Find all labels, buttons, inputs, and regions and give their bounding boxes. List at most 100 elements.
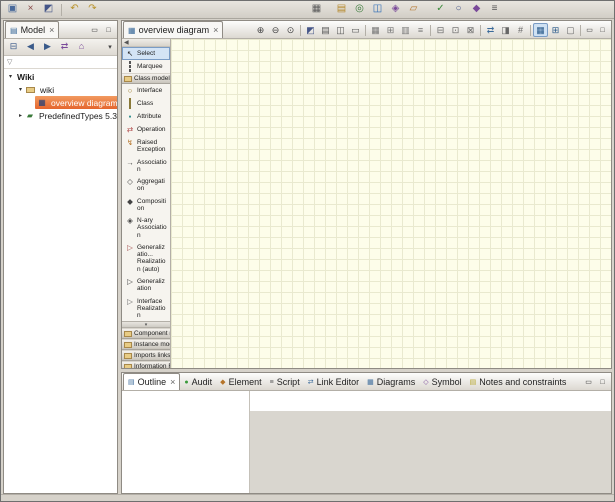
tab-outline[interactable]: ▤ Outline × [123,373,180,390]
close-tab-icon[interactable]: × [213,25,218,35]
zoom-out-icon[interactable]: ⊖ [268,23,283,37]
expander-icon[interactable]: ▾ [16,86,25,93]
undo-icon[interactable]: ↶ [66,2,83,17]
zoom-in-icon[interactable]: ⊕ [253,23,268,37]
align-icon[interactable]: ⊟ [433,23,448,37]
export-image-icon[interactable]: ◫ [333,23,348,37]
new-usecase-diagram-icon[interactable]: ◎ [351,2,368,17]
print-icon[interactable]: ▤ [318,23,333,37]
sync-with-editor-icon[interactable]: ⇄ [57,40,72,54]
tab-script[interactable]: ≡ Script [266,374,304,390]
redo-icon[interactable]: ↷ [84,2,101,17]
generalization-icon: ▷ [125,277,135,286]
class-tool[interactable]: Class [122,97,170,110]
select-tool[interactable]: ↖ Select [122,47,170,60]
tree-item-wiki-project[interactable]: ▾ Wiki [4,70,117,83]
maximize-icon[interactable]: □ [596,25,609,36]
new-class-diagram-icon[interactable]: ▤ [333,2,350,17]
maximize-icon[interactable]: □ [596,377,609,388]
imports-links-section[interactable]: Imports links ▾ [122,350,170,361]
tab-element[interactable]: ◆ Element [216,374,265,390]
tool-label: N-ary Association [137,216,168,239]
same-size-icon[interactable]: ⊠ [463,23,478,37]
page-setup-icon[interactable]: ▭ [348,23,363,37]
collapse-all-icon[interactable]: ⊟ [6,40,21,54]
show-grid-icon[interactable]: ▦ [368,23,383,37]
snap-toggle-icon[interactable]: ⊞ [548,23,563,37]
minimize-icon[interactable]: ▭ [88,25,101,36]
class-model-section[interactable]: Class model ▴ [122,73,170,84]
tab-link-editor[interactable]: ⇄ Link Editor [304,374,363,390]
close-icon[interactable]: × [22,2,39,17]
view-menu-icon[interactable]: ▾ [105,43,115,51]
tool-label: Interface [137,86,162,94]
interface-tool[interactable]: ○ Interface [122,84,170,97]
nary-association-tool[interactable]: ◈ N-ary Association [122,214,170,241]
tab-model[interactable]: ▤ Model × [5,21,59,38]
new-sequence-diagram-icon[interactable]: ◫ [369,2,386,17]
overview-icon[interactable]: ▢ [563,23,578,37]
tree-item-predefined-types[interactable]: ▸ ▰ PredefinedTypes 5.3.00 [4,109,117,122]
snap-to-grid-icon[interactable]: ⊞ [383,23,398,37]
back-icon[interactable]: ◀ [23,40,38,54]
tab-overview-diagram[interactable]: ▦ overview diagram × [123,21,223,38]
attribute-tool[interactable]: ▪ Attribute [122,110,170,123]
save-icon[interactable]: ◩ [40,2,57,17]
close-tab-icon[interactable]: × [49,25,54,35]
modules-icon[interactable]: ◆ [468,2,485,17]
diagram-canvas[interactable] [171,39,611,368]
aggregation-icon: ◇ [125,177,135,186]
generalization-tool[interactable]: ▷ Generalization [122,275,170,295]
mask-icon[interactable]: ◨ [498,23,513,37]
tab-audit[interactable]: ● Audit [180,374,216,390]
new-package-icon[interactable]: ▱ [405,2,422,17]
zoom-fit-icon[interactable]: ⊙ [283,23,298,37]
interface-realization-tool[interactable]: ▷ Interface Realization [122,295,170,322]
expander-icon[interactable]: ▾ [6,73,15,80]
operation-tool[interactable]: ⇄ Operation [122,123,170,136]
separator [530,25,531,36]
tree-item-overview-diagram[interactable]: ▦ overview diagram [4,96,117,109]
generalization-realization-auto-tool[interactable]: ▷ Generalizatio... Realization (auto) [122,241,170,275]
smart-link-icon[interactable]: ⇄ [483,23,498,37]
forward-icon[interactable]: ▶ [40,40,55,54]
element-icon: ◆ [220,378,225,386]
minimize-icon[interactable]: ▭ [583,25,596,36]
model-filter-bar[interactable]: ▽ [4,56,117,69]
configuration-icon[interactable]: ≡ [486,2,503,17]
palette-scroll-down[interactable]: ▾ [122,321,170,328]
association-tool[interactable]: → Association [122,156,170,176]
hatch-grid-icon[interactable]: # [513,23,528,37]
tool-label: Operation [137,125,166,133]
tree-item-wiki-package[interactable]: ▾ wiki [4,83,117,96]
grid-icon[interactable]: ▦ [308,2,325,17]
composition-tool[interactable]: ◆ Composition [122,195,170,215]
guides-icon[interactable]: ≡ [413,23,428,37]
information-flow-section[interactable]: Information Flo... ▾ [122,361,170,368]
save-diagram-icon[interactable]: ◩ [303,23,318,37]
aggregation-tool[interactable]: ◇ Aggregation [122,175,170,195]
instance-model-section[interactable]: Instance model ▾ [122,339,170,350]
new-state-diagram-icon[interactable]: ◈ [387,2,404,17]
minimize-icon[interactable]: ▭ [582,377,595,388]
palette-collapse-icon[interactable]: ◀ [124,39,129,46]
maximize-icon[interactable]: □ [102,25,115,36]
tab-model-label: Model [21,25,46,35]
close-tab-icon[interactable]: × [170,377,175,387]
distribute-icon[interactable]: ⊡ [448,23,463,37]
search-icon[interactable]: ○ [450,2,467,17]
show-rulers-icon[interactable]: ▥ [398,23,413,37]
home-icon[interactable]: ⌂ [74,40,89,54]
tab-notes-constraints[interactable]: ▤ Notes and constraints [466,374,571,390]
grid-visible-toggle-icon[interactable]: ▦ [533,23,548,37]
marquee-tool[interactable]: Marquee [122,60,170,73]
raised-exception-tool[interactable]: ↯ Raised Exception [122,136,170,156]
component-model-section[interactable]: Component mo... ▾ [122,328,170,339]
app-window-icon[interactable]: ▣ [4,2,21,17]
outline-content[interactable] [122,391,250,493]
tab-symbol[interactable]: ◇ Symbol [419,374,465,390]
audit-check-icon[interactable]: ✓ [432,2,449,17]
expander-icon[interactable]: ▸ [16,112,25,119]
tab-diagrams[interactable]: ▦ Diagrams [363,374,419,390]
tool-label: Marquee [137,62,163,70]
